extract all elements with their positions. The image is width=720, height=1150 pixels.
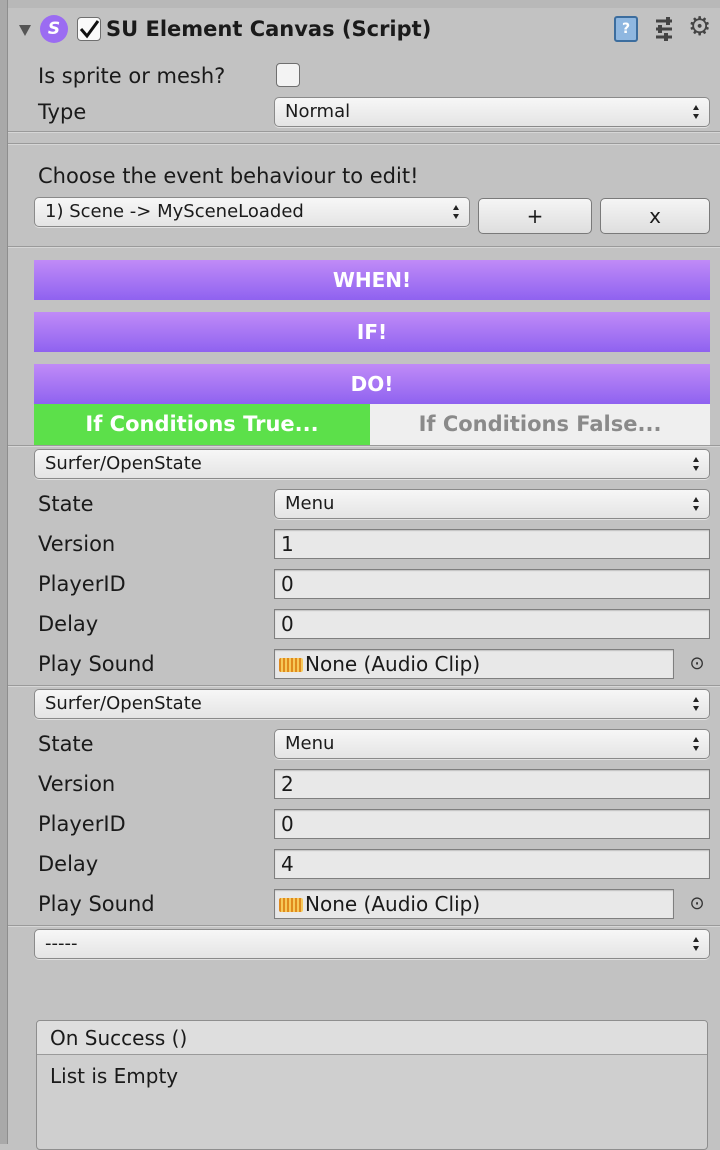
tab-conditions-true[interactable]: If Conditions True...	[34, 404, 370, 445]
tab-conditions-false[interactable]: If Conditions False...	[370, 404, 710, 445]
delay-field[interactable]: 0	[274, 609, 710, 639]
add-event-button[interactable]: +	[478, 198, 592, 234]
play-sound-value: None (Audio Clip)	[305, 652, 481, 676]
state-label: State	[38, 732, 94, 756]
state-value: Menu	[285, 493, 335, 514]
type-label: Type	[38, 100, 87, 124]
dropdown-arrows-icon	[693, 737, 699, 751]
delay-label: Delay	[38, 852, 99, 876]
on-success-title: On Success ()	[50, 1026, 188, 1050]
play-sound-field[interactable]: None (Audio Clip)	[274, 649, 674, 679]
play-sound-value: None (Audio Clip)	[305, 892, 481, 916]
when-section-button[interactable]: WHEN!	[34, 260, 710, 300]
divider	[8, 925, 720, 927]
player-id-field[interactable]: 0	[274, 809, 710, 839]
audio-clip-icon	[279, 658, 303, 672]
checkmark-icon	[79, 20, 100, 39]
new-action-value: -----	[45, 933, 78, 954]
on-success-header: On Success ()	[37, 1021, 707, 1055]
delay-field[interactable]: 4	[274, 849, 710, 879]
help-book-icon[interactable]: ?	[614, 16, 638, 42]
state-dropdown[interactable]: Menu	[274, 489, 710, 519]
event-dropdown-value: 1) Scene -> MySceneLoaded	[45, 201, 304, 222]
delay-label: Delay	[38, 612, 99, 636]
dropdown-arrows-icon	[453, 205, 459, 219]
is-sprite-label: Is sprite or mesh?	[38, 64, 226, 88]
divider	[8, 685, 720, 687]
divider	[8, 246, 720, 248]
version-label: Version	[38, 532, 116, 556]
dropdown-arrows-icon	[693, 105, 699, 119]
do-section-button[interactable]: DO!	[34, 364, 710, 404]
type-dropdown[interactable]: Normal	[274, 97, 710, 127]
if-section-button[interactable]: IF!	[34, 312, 710, 352]
action-type-dropdown[interactable]: Surfer/OpenState	[34, 449, 710, 479]
list-empty-text: List is Empty	[50, 1064, 179, 1088]
choose-event-label: Choose the event behaviour to edit!	[38, 164, 419, 188]
state-label: State	[38, 492, 94, 516]
action-type-dropdown[interactable]: Surfer/OpenState	[34, 689, 710, 719]
dropdown-arrows-icon	[693, 697, 699, 711]
gear-icon[interactable]: ⚙	[688, 12, 718, 42]
object-picker-icon[interactable]: ⊙	[686, 893, 708, 915]
script-icon: S	[40, 15, 68, 43]
dropdown-arrows-icon	[693, 497, 699, 511]
is-sprite-checkbox[interactable]	[276, 63, 300, 87]
action-type-value: Surfer/OpenState	[45, 453, 202, 474]
preset-sliders-icon[interactable]	[652, 15, 676, 43]
component-enabled-checkbox[interactable]	[77, 17, 101, 41]
foldout-arrow[interactable]	[18, 22, 32, 36]
new-action-dropdown[interactable]: -----	[34, 929, 710, 959]
version-field[interactable]: 1	[274, 529, 710, 559]
player-id-field[interactable]: 0	[274, 569, 710, 599]
on-success-event-list: On Success () List is Empty	[36, 1020, 708, 1150]
triangle-down-icon	[19, 25, 31, 36]
version-label: Version	[38, 772, 116, 796]
type-dropdown-value: Normal	[285, 101, 351, 122]
object-picker-icon[interactable]: ⊙	[686, 653, 708, 675]
dropdown-arrows-icon	[693, 457, 699, 471]
player-id-label: PlayerID	[38, 572, 126, 596]
event-dropdown[interactable]: 1) Scene -> MySceneLoaded	[34, 197, 470, 227]
state-value: Menu	[285, 733, 335, 754]
divider	[8, 131, 720, 133]
dropdown-arrows-icon	[693, 937, 699, 951]
remove-event-button[interactable]: x	[600, 198, 710, 234]
divider	[8, 445, 720, 447]
action-type-value: Surfer/OpenState	[45, 693, 202, 714]
divider	[8, 143, 720, 145]
version-field[interactable]: 2	[274, 769, 710, 799]
state-dropdown[interactable]: Menu	[274, 729, 710, 759]
component-title: SU Element Canvas (Script)	[106, 17, 432, 41]
previous-component-strip	[8, 0, 720, 8]
audio-clip-icon	[279, 898, 303, 912]
player-id-label: PlayerID	[38, 812, 126, 836]
play-sound-field[interactable]: None (Audio Clip)	[274, 889, 674, 919]
inspector-left-edge	[0, 0, 8, 1144]
play-sound-label: Play Sound	[38, 652, 155, 676]
play-sound-label: Play Sound	[38, 892, 155, 916]
